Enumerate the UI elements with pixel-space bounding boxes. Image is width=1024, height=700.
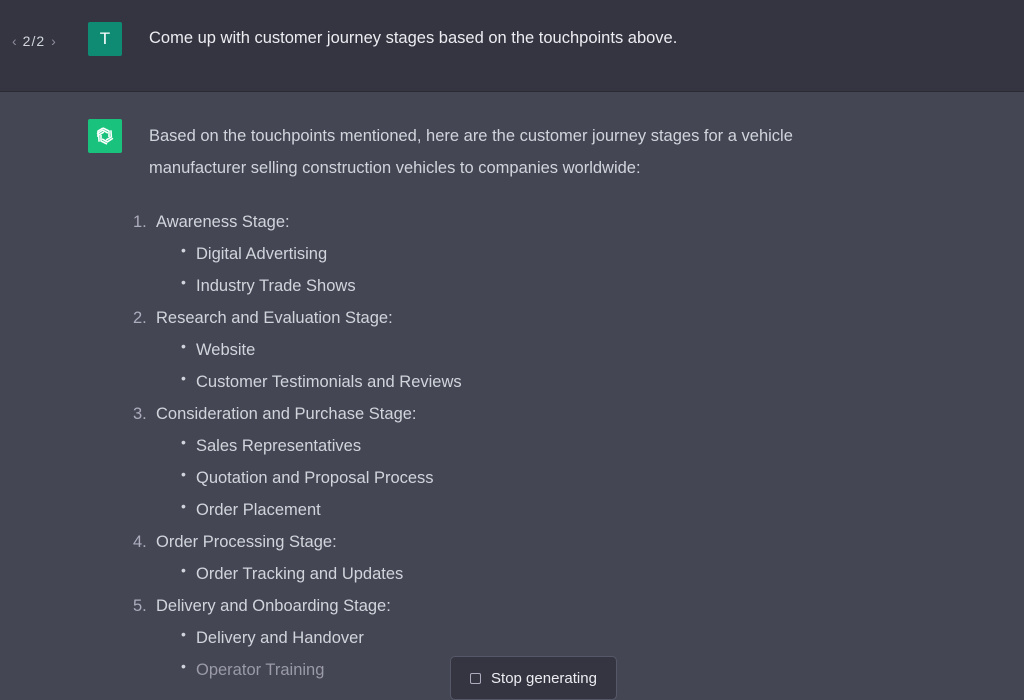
touchpoint-item: • Order Placement	[181, 494, 889, 526]
touchpoint-list: • Digital Advertising • Industry Trade Show…	[156, 238, 889, 302]
bullet-icon: •	[181, 274, 186, 290]
user-message-text: Come up with customer journey stages bas…	[149, 29, 678, 47]
touchpoint-item: • Order Tracking and Updates	[181, 558, 889, 590]
bullet-icon: •	[181, 370, 186, 386]
assistant-intro: Based on the touchpoints mentioned, here…	[149, 127, 793, 177]
bullet-icon: •	[181, 466, 186, 482]
stage-item: 2. Research and Evaluation Stage: • Website…	[133, 302, 889, 398]
bullet-icon: •	[181, 242, 186, 258]
stage-number: 1.	[133, 213, 147, 231]
stop-generating-label: Stop generating	[491, 669, 597, 687]
touchpoint-list: • Website • Customer Testimonials and Revie…	[156, 334, 889, 398]
bullet-icon: •	[181, 338, 186, 354]
touchpoint-list: • Sales Representatives • Quotation and Pro…	[156, 430, 889, 526]
stage-item: 4. Order Processing Stage: • Order Tracking…	[133, 526, 889, 590]
pager-count: 2/2	[22, 33, 46, 49]
stage-title: Order Processing Stage:	[156, 533, 337, 551]
stage-title: Consideration and Purchase Stage:	[156, 405, 417, 423]
touchpoint-item: • Digital Advertising	[181, 238, 889, 270]
touchpoint-item: • Sales Representatives	[181, 430, 889, 462]
stage-item: 1. Awareness Stage: • Digital Advertising • I…	[133, 206, 889, 302]
bullet-icon: •	[181, 562, 186, 578]
stop-generating-button[interactable]: Stop generating	[450, 656, 617, 700]
user-message-row: ‹ 2/2 › T Come up with customer journey …	[0, 0, 1024, 92]
chevron-right-icon[interactable]: ›	[51, 33, 56, 49]
openai-logo-icon	[88, 119, 122, 153]
touchpoint-label: Quotation and Proposal Process	[196, 469, 434, 487]
touchpoint-label: Customer Testimonials and Reviews	[196, 373, 462, 391]
bullet-icon: •	[181, 498, 186, 514]
bullet-icon: •	[181, 626, 186, 642]
touchpoint-list: • Order Tracking and Updates	[156, 558, 889, 590]
touchpoint-label: Sales Representatives	[196, 437, 362, 455]
stage-title: Research and Evaluation Stage:	[156, 309, 393, 327]
touchpoint-label: Order Tracking and Updates	[196, 565, 404, 583]
bullet-icon: •	[181, 434, 186, 450]
response-pager: ‹ 2/2 ›	[12, 30, 56, 52]
touchpoint-label: Delivery and Handover	[196, 629, 364, 647]
assistant-message-row: Based on the touchpoints mentioned, here…	[0, 93, 1024, 698]
stop-square-icon	[470, 672, 482, 684]
touchpoint-item: • Website	[181, 334, 889, 366]
bullet-icon: •	[181, 658, 186, 674]
assistant-message-body: Based on the touchpoints mentioned, here…	[133, 120, 889, 686]
touchpoint-item: • Delivery and Handover	[181, 622, 889, 654]
touchpoint-item: • Industry Trade Shows	[181, 270, 889, 302]
stage-number: 3.	[133, 405, 147, 423]
touchpoint-item: • Customer Testimonials and Reviews	[181, 366, 889, 398]
touchpoint-label: Digital Advertising	[196, 245, 328, 263]
touchpoint-label: Industry Trade Shows	[196, 277, 356, 295]
stage-list: 1. Awareness Stage: • Digital Advertising • I…	[133, 206, 889, 686]
user-avatar: T	[88, 22, 122, 56]
touchpoint-item: • Quotation and Proposal Process	[181, 462, 889, 494]
stage-title: Awareness Stage:	[156, 213, 290, 231]
touchpoint-label: Website	[196, 341, 256, 359]
chevron-left-icon[interactable]: ‹	[12, 33, 17, 49]
touchpoint-label: Operator Training	[196, 661, 325, 679]
stage-item: 3. Consideration and Purchase Stage: • Sale…	[133, 398, 889, 526]
stage-number: 4.	[133, 533, 147, 551]
stage-number: 5.	[133, 597, 147, 615]
stage-title: Delivery and Onboarding Stage:	[156, 597, 391, 615]
touchpoint-label: Order Placement	[196, 501, 321, 519]
stage-number: 2.	[133, 309, 147, 327]
